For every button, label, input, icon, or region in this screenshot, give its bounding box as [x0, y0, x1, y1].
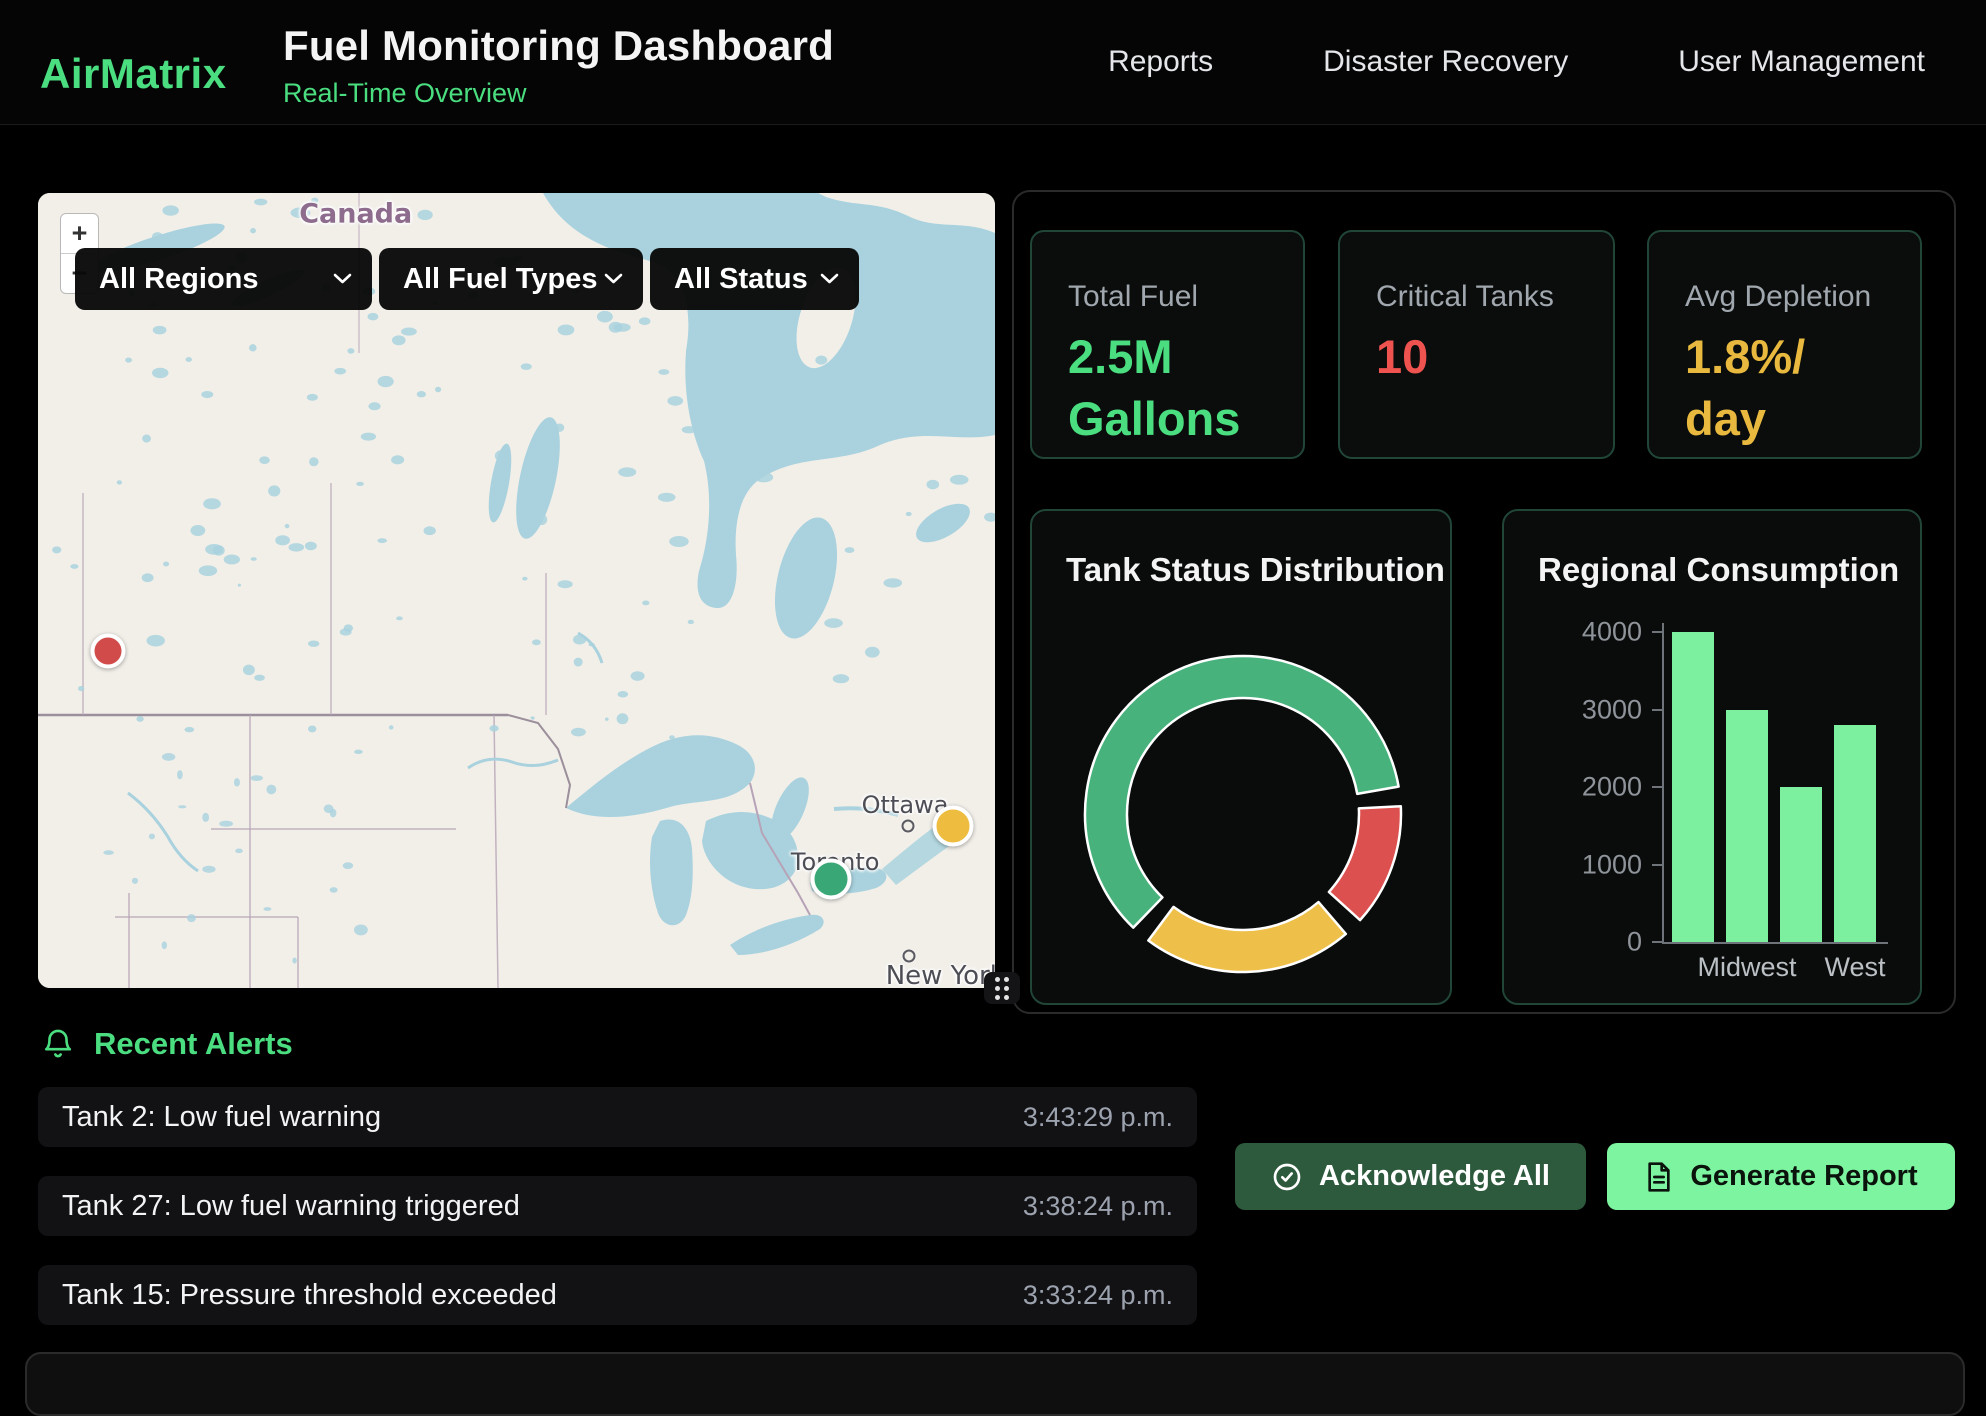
dropdown-value: All Fuel Types [403, 263, 597, 296]
stat-card-critical-tanks: Critical Tanks 10 [1338, 230, 1615, 459]
bell-icon [42, 1027, 74, 1061]
map-label-new-york: New York [886, 961, 995, 988]
chevron-down-icon [820, 273, 839, 285]
generate-report-button[interactable]: Generate Report [1607, 1143, 1955, 1210]
x-axis [1662, 942, 1888, 944]
map-panel[interactable]: + − All RegionsAll Fuel TypesAll Status … [38, 193, 995, 988]
town-dot-icon [901, 819, 914, 832]
nav-item-reports[interactable]: Reports [1108, 45, 1213, 79]
stat-value: 10 [1376, 326, 1579, 388]
y-axis-tick [1652, 709, 1662, 711]
bar-0 [1672, 632, 1714, 942]
alert-message: Tank 27: Low fuel warning triggered [62, 1190, 520, 1223]
bar-3 [1834, 725, 1876, 942]
bar-1 [1726, 710, 1768, 943]
bar-2 [1780, 787, 1822, 942]
map-filter-bar: All Regions All Fuel Types All Status [75, 248, 859, 310]
button-label: Acknowledge All [1319, 1160, 1550, 1193]
fuel-monitoring-dashboard: AirMatrix Fuel Monitoring Dashboard Real… [0, 0, 1986, 1376]
acknowledge-all-button[interactable]: Acknowledge All [1235, 1143, 1586, 1210]
alert-row-0[interactable]: Tank 2: Low fuel warning 3:43:29 p.m. [38, 1087, 1197, 1147]
y-axis-tick-label: 0 [1627, 927, 1642, 958]
document-icon [1644, 1161, 1674, 1193]
y-axis-tick [1652, 786, 1662, 788]
regional-consumption-panel: Regional Consumption 40003000200010000Mi… [1502, 509, 1922, 1005]
stat-label: Total Fuel [1068, 280, 1269, 314]
town-dot-icon [902, 950, 915, 963]
button-label: Generate Report [1690, 1160, 1917, 1193]
nav-item-user-management[interactable]: User Management [1678, 45, 1925, 79]
doughnut-segment-2 [1148, 902, 1345, 972]
dropdown-value: All Regions [99, 263, 259, 296]
chevron-down-icon [333, 273, 352, 285]
regional-consumption-bar-chart: 4000 3000 2000 1000 0 Midwest West [1504, 511, 1924, 1007]
page-title: Fuel Monitoring Dashboard [283, 22, 834, 70]
chart-title: Tank Status Distribution [1066, 551, 1445, 589]
nav-item-disaster-recovery[interactable]: Disaster Recovery [1323, 45, 1568, 79]
stat-card-avg-depletion: Avg Depletion 1.8%/​day [1647, 230, 1922, 459]
stat-value: 2.5M Gallons [1068, 326, 1269, 450]
y-axis-tick-label: 3000 [1582, 694, 1642, 725]
alert-message: Tank 15: Pressure threshold exceeded [62, 1279, 557, 1312]
resize-grip-icon[interactable] [984, 972, 1020, 1004]
app-logo: AirMatrix [40, 50, 227, 98]
bottom-panel-edge [25, 1352, 1965, 1416]
y-axis-tick [1652, 864, 1662, 866]
check-circle-icon [1271, 1161, 1303, 1193]
tank-marker-0[interactable] [90, 633, 125, 668]
page-subtitle: Real-Time Overview [283, 78, 834, 109]
y-axis-tick-label: 2000 [1582, 772, 1642, 803]
main-nav: Reports Disaster Recovery User Management [1108, 0, 1925, 124]
stat-label: Avg Depletion [1685, 280, 1886, 314]
y-axis [1662, 623, 1664, 944]
recent-alerts-title: Recent Alerts [94, 1026, 293, 1062]
x-axis-label-west: West [1824, 952, 1885, 983]
stat-card-total-fuel: Total Fuel 2.5M Gallons [1030, 230, 1305, 459]
map-label-country: Canada [299, 198, 412, 229]
alert-message: Tank 2: Low fuel warning [62, 1101, 381, 1134]
y-axis-tick [1652, 941, 1662, 943]
filter-dropdown-all-regions[interactable]: All Regions [75, 248, 372, 310]
tank-status-panel: Tank Status Distribution [1030, 509, 1452, 1005]
alert-row-1[interactable]: Tank 27: Low fuel warning triggered 3:38:… [38, 1176, 1197, 1236]
filter-dropdown-all-status[interactable]: All Status [650, 248, 859, 310]
chevron-down-icon [604, 273, 623, 285]
alert-timestamp: 3:43:29 p.m. [1023, 1102, 1173, 1133]
y-axis-tick [1652, 631, 1662, 633]
alert-timestamp: 3:33:24 p.m. [1023, 1280, 1173, 1311]
stat-label: Critical Tanks [1376, 280, 1579, 314]
stat-value: 1.8%/​day [1685, 326, 1886, 450]
recent-alerts-header: Recent Alerts [42, 1026, 293, 1062]
tank-marker-1[interactable] [932, 805, 973, 846]
doughnut-segment-1 [1329, 806, 1401, 920]
title-block: Fuel Monitoring Dashboard Real-Time Over… [283, 22, 834, 109]
tank-marker-2[interactable] [811, 859, 852, 900]
alert-row-2[interactable]: Tank 15: Pressure threshold exceeded 3:33… [38, 1265, 1197, 1325]
dropdown-value: All Status [674, 263, 808, 296]
x-axis-label-midwest: Midwest [1697, 952, 1796, 983]
y-axis-tick-label: 4000 [1582, 617, 1642, 648]
header: AirMatrix Fuel Monitoring Dashboard Real… [0, 0, 1986, 125]
filter-dropdown-all-fuel-types[interactable]: All Fuel Types [379, 248, 643, 310]
y-axis-tick-label: 1000 [1582, 849, 1642, 880]
alert-timestamp: 3:38:24 p.m. [1023, 1191, 1173, 1222]
